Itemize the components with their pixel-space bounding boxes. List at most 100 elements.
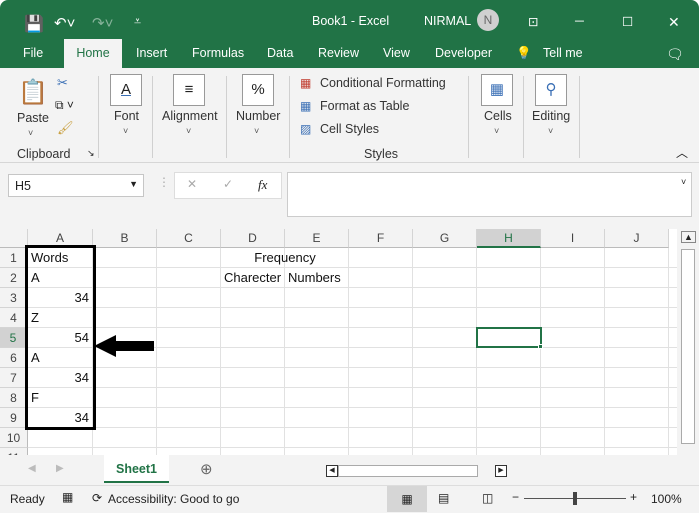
enter-icon[interactable]: ✓ [223,177,233,191]
column-header-j[interactable]: J [605,229,669,248]
zoom-slider-thumb[interactable] [573,492,577,505]
collapse-ribbon-icon[interactable]: ︿ [676,144,688,161]
row-header-1[interactable]: 1 [0,248,28,268]
row-header-10[interactable]: 10 [0,428,28,448]
tab-insert[interactable]: Insert [136,46,167,60]
gridline [284,248,285,455]
row-header-5[interactable]: 5 [0,328,28,348]
row-header-4[interactable]: 4 [0,308,28,328]
vertical-scroll-thumb[interactable] [681,249,695,444]
cells-button[interactable]: Cells [484,109,512,123]
cell-d1[interactable]: Frequency [221,248,349,268]
tab-developer[interactable]: Developer [435,46,492,60]
column-header-c[interactable]: C [157,229,221,248]
lightbulb-icon: 💡 [516,46,532,60]
comments-icon[interactable]: 🗨 [666,46,684,63]
column-header-b[interactable]: B [93,229,157,248]
conditional-formatting-button[interactable]: Conditional Formatting [320,76,446,90]
scroll-up-icon[interactable]: ▲ [681,231,696,243]
undo-icon[interactable]: ↶˅ [54,14,75,32]
editing-button[interactable]: Editing [532,109,570,123]
number-button[interactable]: Number [236,109,280,123]
row-header-11[interactable]: 11 [0,448,28,455]
macro-record-icon[interactable]: ▦ [62,490,73,504]
column-header-h[interactable]: H [477,229,541,248]
row-header-8[interactable]: 8 [0,388,28,408]
gridline [220,248,221,455]
clipboard-group-label: Clipboard [17,147,71,161]
name-box[interactable]: H5 ▼ [8,174,144,197]
zoom-out-button[interactable]: − [512,490,519,504]
row-header-9[interactable]: 9 [0,408,28,428]
save-icon[interactable]: 💾 [24,14,44,34]
minimize-icon[interactable]: ─ [575,14,584,28]
cell-styles-button[interactable]: Cell Styles [320,122,379,136]
cut-icon[interactable]: ✂ [57,75,68,91]
scroll-left-icon[interactable]: ◀ [326,465,338,477]
zoom-in-button[interactable]: + [630,490,637,504]
close-icon[interactable]: ✕ [668,14,680,31]
highlight-box [25,245,96,430]
row-header-2[interactable]: 2 [0,268,28,288]
accessibility-status[interactable]: Accessibility: Good to go [108,492,239,506]
copy-icon[interactable]: ⧉ ˅ [55,98,74,113]
format-painter-icon[interactable]: 🖌 [57,120,74,136]
gridline [348,248,349,455]
normal-view-icon[interactable]: ▦ [387,486,427,512]
column-header-g[interactable]: G [413,229,477,248]
column-header-f[interactable]: F [349,229,413,248]
row-header-6[interactable]: 6 [0,348,28,368]
row-header-3[interactable]: 3 [0,288,28,308]
page-break-icon[interactable]: ◫ [482,491,493,505]
alignment-icon: ≡ [173,74,205,106]
avatar[interactable]: N [477,9,499,31]
format-as-table-button[interactable]: Format as Table [320,99,409,113]
tab-data[interactable]: Data [267,46,293,60]
tab-home[interactable]: Home [64,39,122,69]
expand-formula-bar-icon[interactable]: ˅ [681,177,686,187]
tab-formulas[interactable]: Formulas [192,46,244,60]
tab-file[interactable]: File [23,46,43,60]
column-header-i[interactable]: I [541,229,605,248]
sheet-tab-sheet1[interactable]: Sheet1 [104,455,169,483]
gridline [28,307,677,308]
cancel-icon[interactable]: ✕ [187,177,197,191]
cell-d2[interactable]: Charecter [224,268,281,288]
select-all[interactable] [0,229,28,248]
paste-button[interactable]: Paste [17,111,49,125]
next-sheet-icon[interactable]: ▶ [56,463,64,474]
ribbon-display-icon[interactable]: ⊡ [528,14,538,29]
prev-sheet-icon[interactable]: ◀ [28,463,36,474]
zoom-level[interactable]: 100% [651,492,682,506]
alignment-button[interactable]: Alignment [162,109,218,123]
dialog-launcher-icon[interactable]: ↘ [87,148,95,159]
conditional-formatting-icon: ▦ [300,76,312,90]
user-name: NIRMAL [424,14,472,28]
gridline [28,287,677,288]
gridline [28,387,677,388]
vertical-scrollbar[interactable]: ▲ [677,229,699,455]
insert-function-icon[interactable]: fx [258,177,267,193]
accessibility-icon: ⟳ [92,491,103,505]
page-layout-icon[interactable]: ▤ [438,491,449,505]
font-button[interactable]: Font [114,109,139,123]
cell-e2[interactable]: Numbers [288,268,345,288]
formula-input[interactable] [287,172,692,217]
tell-me-search[interactable]: Tell me [543,46,583,60]
fill-handle[interactable] [538,344,543,349]
font-icon: A [110,74,142,106]
tab-view[interactable]: View [383,46,410,60]
tab-review[interactable]: Review [318,46,359,60]
customize-toolbar-icon[interactable]: ⩡ [134,14,141,29]
maximize-icon[interactable]: ☐ [622,14,633,29]
row-header-7[interactable]: 7 [0,368,28,388]
gridline [156,248,157,455]
add-sheet-icon[interactable]: ⊕ [200,460,213,478]
redo-icon[interactable]: ↷˅ [92,14,113,32]
column-header-e[interactable]: E [285,229,349,248]
chevron-down-icon[interactable]: ▼ [129,179,138,189]
gridline [540,248,541,455]
column-header-d[interactable]: D [221,229,285,248]
selected-cell-h5[interactable] [476,327,542,348]
document-title: Book1 - Excel [312,14,390,28]
